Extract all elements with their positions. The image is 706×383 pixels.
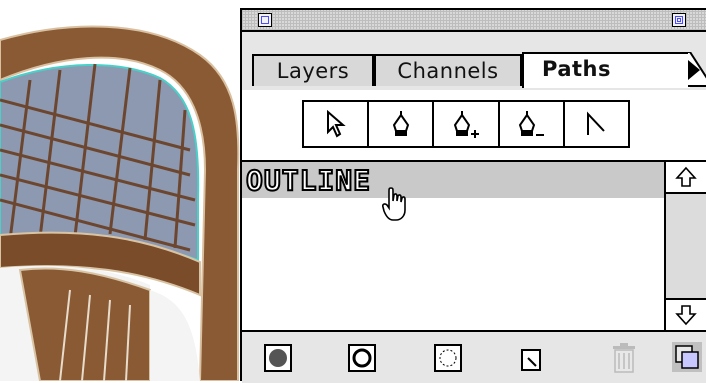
paths-scrollbar[interactable] bbox=[666, 162, 706, 330]
delete-path-button[interactable] bbox=[610, 343, 638, 373]
paths-palette-window: Layers Channels Paths OUTLINE bbox=[240, 8, 706, 383]
delete-anchor-pen-icon bbox=[519, 111, 545, 136]
new-path-button[interactable] bbox=[520, 344, 548, 372]
path-tools-group bbox=[302, 100, 630, 148]
tab-layers[interactable]: Layers bbox=[252, 54, 374, 86]
tab-channels[interactable]: Channels bbox=[374, 54, 522, 86]
scroll-down-button[interactable] bbox=[666, 298, 706, 330]
delete-anchor-tool[interactable] bbox=[500, 102, 565, 146]
stroke-path-icon bbox=[348, 344, 376, 372]
palette-bottom-bar bbox=[242, 330, 706, 383]
path-name: OUTLINE bbox=[245, 163, 372, 198]
convert-anchor-icon bbox=[587, 111, 606, 135]
make-work-path-icon bbox=[521, 349, 541, 371]
palette-title-bar[interactable] bbox=[242, 10, 706, 32]
hand-cursor-icon bbox=[382, 187, 406, 221]
path-tools-strip bbox=[242, 90, 706, 162]
add-anchor-tool[interactable] bbox=[434, 102, 500, 146]
arrow-down-icon bbox=[675, 305, 697, 326]
stroke-path-button[interactable] bbox=[348, 344, 376, 372]
tab-paths[interactable]: Paths bbox=[522, 52, 706, 88]
pen-tool[interactable] bbox=[369, 102, 435, 146]
pen-icon bbox=[392, 111, 409, 136]
path-row-outline[interactable]: OUTLINE bbox=[242, 162, 664, 198]
trash-icon bbox=[613, 343, 635, 373]
tab-channels-label: Channels bbox=[397, 59, 499, 83]
zoom-box-icon[interactable] bbox=[672, 13, 686, 27]
tab-layers-label: Layers bbox=[276, 59, 350, 83]
fill-path-button[interactable] bbox=[264, 344, 292, 372]
load-selection-icon bbox=[434, 344, 462, 372]
arrow-select-icon bbox=[326, 110, 346, 138]
scroll-up-button[interactable] bbox=[666, 162, 706, 194]
tab-paths-label: Paths bbox=[542, 57, 611, 81]
direct-selection-tool[interactable] bbox=[304, 102, 370, 146]
resize-handle[interactable] bbox=[672, 342, 702, 372]
palette-menu-arrow-icon[interactable] bbox=[688, 60, 700, 80]
close-box-icon[interactable] bbox=[258, 13, 272, 27]
add-anchor-pen-icon bbox=[453, 111, 479, 138]
load-selection-button[interactable] bbox=[434, 344, 462, 372]
resize-grip-icon bbox=[675, 345, 699, 369]
paths-list: OUTLINE bbox=[242, 162, 666, 330]
convert-anchor-tool[interactable] bbox=[565, 102, 628, 146]
palette-tabs: Layers Channels Paths bbox=[252, 52, 706, 90]
fill-path-icon bbox=[264, 344, 292, 372]
arrow-up-icon bbox=[675, 166, 697, 187]
